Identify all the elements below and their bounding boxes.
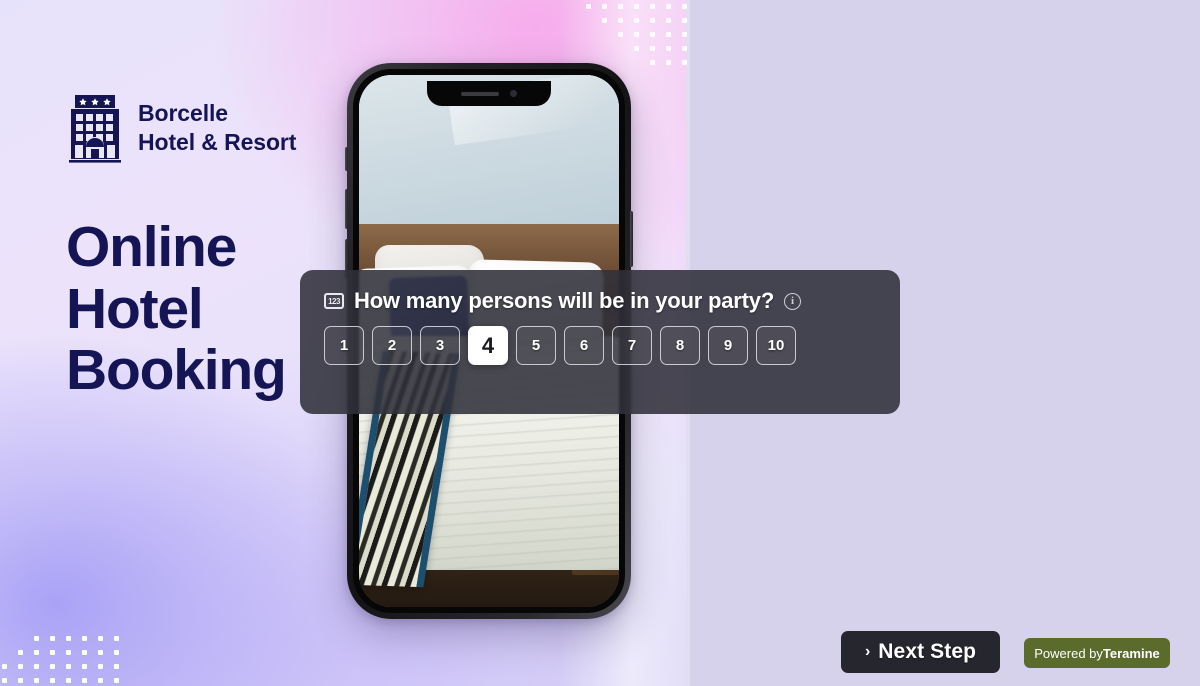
chevron-right-icon: › [864,643,871,660]
front-camera-icon [510,90,517,97]
volume-up-button[interactable] [345,189,348,229]
page-title: Online Hotel Booking [66,215,287,403]
number-input-123-icon: 123 [324,293,344,309]
party-size-options: 1 2 3 4 5 6 7 8 9 10 [324,326,876,365]
party-size-option-5[interactable]: 5 [516,326,556,365]
party-size-option-3[interactable]: 3 [420,326,460,365]
page-title-line3: Booking [66,338,287,403]
party-size-option-1[interactable]: 1 [324,326,364,365]
brand-name-line2: Hotel & Resort [138,129,297,155]
party-size-option-10[interactable]: 10 [756,326,796,365]
page-title-line1: Online [66,215,237,279]
party-size-option-4[interactable]: 4 [468,326,508,365]
page-title-line2: Hotel [66,276,204,341]
powered-by-brand: Teramine [1102,645,1160,661]
brand-name-line1: Borcelle [138,99,228,126]
party-size-option-2[interactable]: 2 [372,326,412,365]
brand-name: Borcelle Hotel & Resort [138,99,296,158]
power-button[interactable] [630,211,633,267]
party-size-option-8[interactable]: 8 [660,326,700,365]
question-label: How many persons will be in your party? [354,288,775,313]
hotel-building-icon [69,95,121,163]
party-size-option-6[interactable]: 6 [564,326,604,365]
next-step-label: Next Step [878,640,977,663]
next-step-button[interactable]: › Next Step [841,631,1000,673]
party-size-option-9[interactable]: 9 [708,326,748,365]
brand-logo: Borcelle Hotel & Resort [66,90,296,166]
phone-notch [427,81,551,106]
speaker-slot-icon [461,91,499,96]
powered-by-prefix: Powered by [1034,645,1103,661]
party-size-option-7[interactable]: 7 [612,326,652,365]
question-row: 123 How many persons will be in your par… [324,288,876,314]
question-overlay-panel: 123 How many persons will be in your par… [300,270,900,414]
silent-switch-button[interactable] [345,147,348,171]
poster-canvas: Borcelle Hotel & Resort Online Hotel Boo… [0,0,1200,686]
powered-by-badge[interactable]: Powered by Teramine [1024,638,1170,668]
info-circle-icon[interactable]: i [784,292,802,310]
